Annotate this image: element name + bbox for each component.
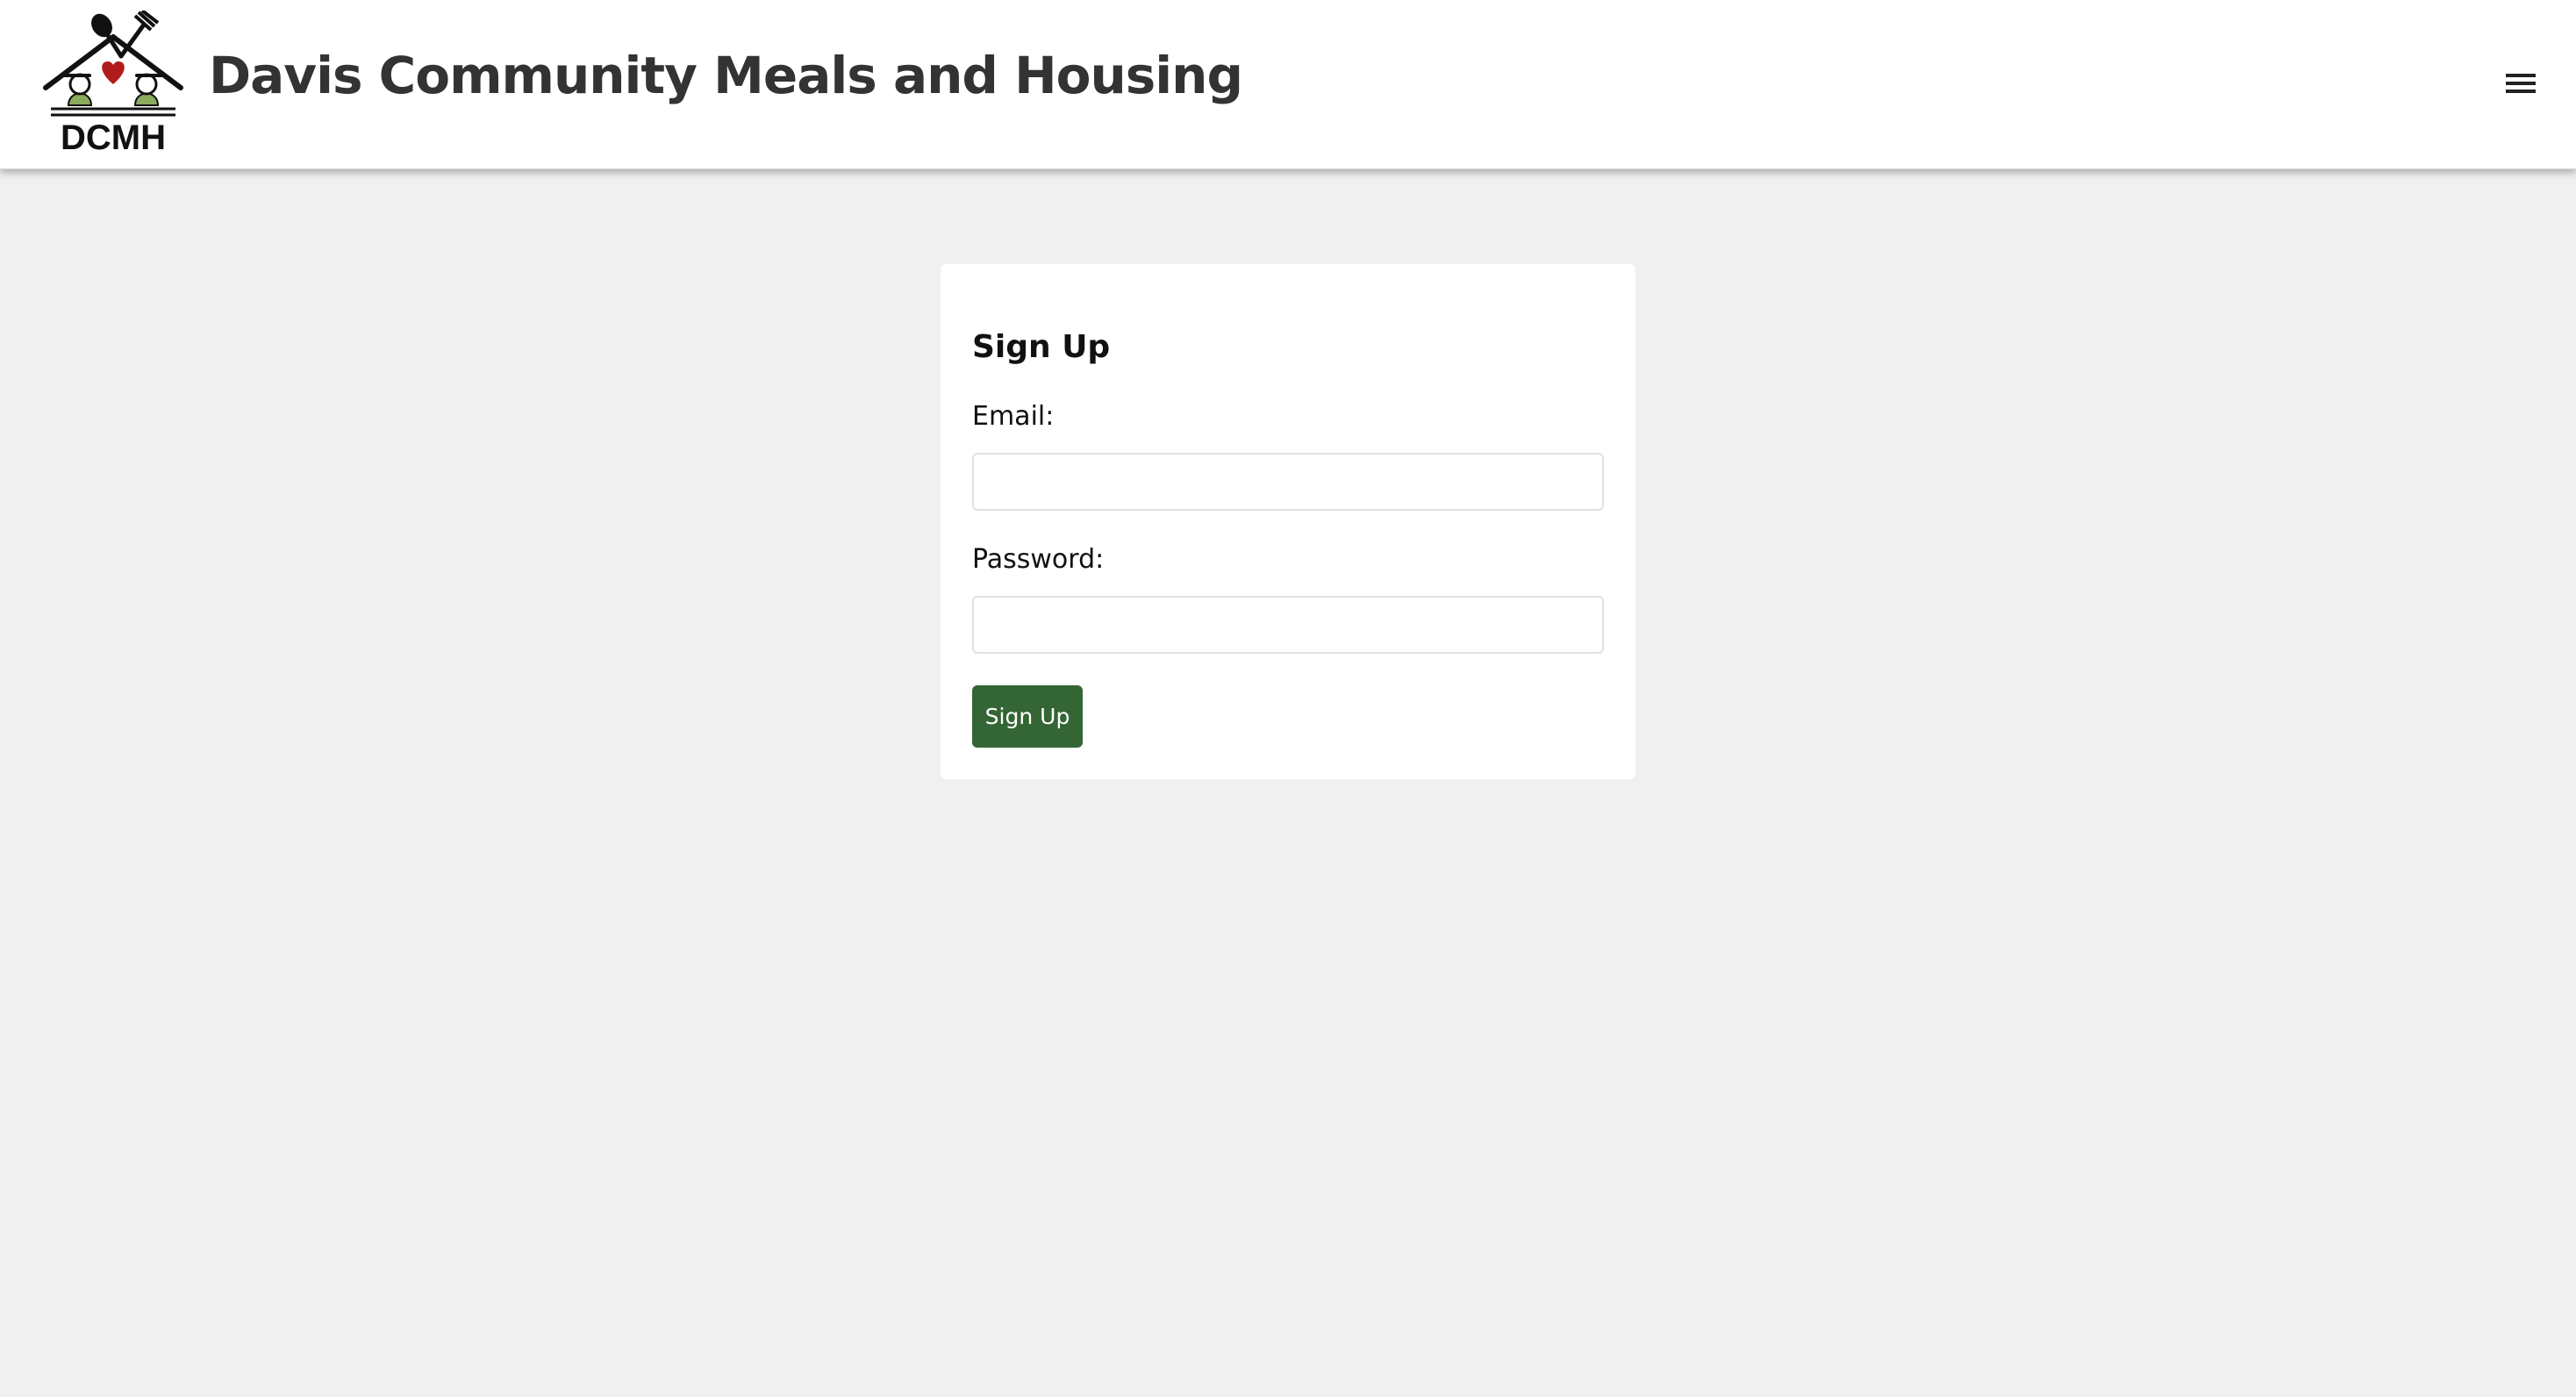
email-label: Email: — [972, 401, 1055, 432]
dcmh-logo[interactable]: DCMH — [40, 11, 186, 154]
site-title[interactable]: Davis Community Meals and Housing — [209, 46, 1243, 105]
signup-button[interactable]: Sign Up — [972, 685, 1083, 748]
email-field[interactable] — [972, 453, 1604, 511]
password-field[interactable] — [972, 596, 1604, 654]
password-label: Password: — [972, 544, 1105, 575]
site-header: DCMH Davis Community Meals and Housing — [0, 0, 2576, 169]
signup-card: Sign Up Email: Password: Sign Up — [941, 264, 1635, 779]
hamburger-menu-icon[interactable] — [2501, 68, 2543, 98]
logo-text: DCMH — [61, 118, 166, 154]
signup-title: Sign Up — [972, 329, 1111, 365]
